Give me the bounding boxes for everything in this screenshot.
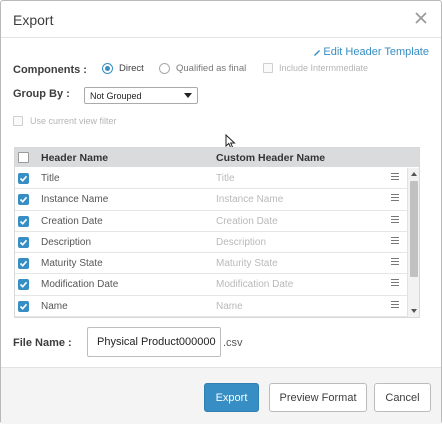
row-checkbox[interactable] (18, 300, 29, 312)
row-checkbox[interactable] (18, 173, 29, 184)
export-button[interactable]: Export (204, 383, 259, 412)
chevron-down-icon (184, 93, 192, 98)
radio-qualified-label: Qualified as final (176, 63, 247, 74)
row-header-name: Name (41, 300, 68, 312)
scroll-down-arrow-icon[interactable] (411, 309, 417, 313)
row-checkbox[interactable] (18, 194, 29, 206)
include-intermediate-checkbox[interactable]: Include Intermmediate (263, 63, 368, 73)
preview-format-button[interactable]: Preview Format (269, 383, 367, 412)
select-all-checkbox[interactable] (18, 152, 29, 163)
radio-direct[interactable]: Direct (102, 63, 144, 74)
table-row: Instance Name Instance Name (15, 189, 407, 211)
check-icon (19, 239, 28, 246)
group-by-value: Not Grouped (90, 91, 142, 101)
drag-handle-icon[interactable] (391, 258, 399, 268)
table-row: Name Name (15, 296, 407, 317)
table-row: Maturity State Maturity State (15, 253, 407, 275)
header-table: Header Name Custom Header Name Title Tit… (14, 147, 420, 318)
row-header-name: Modification Date (41, 279, 119, 291)
row-header-name: Title (41, 173, 60, 184)
include-intermediate-label: Include Intermmediate (279, 63, 369, 73)
dialog-footer: Export Preview Format Cancel (1, 367, 441, 424)
row-custom-name-input[interactable]: Title (216, 173, 235, 184)
row-header-name: Creation Date (41, 215, 103, 227)
check-icon (19, 197, 28, 204)
table-row: Modification Date Modification Date (15, 274, 407, 296)
include-intermediate-box[interactable] (263, 63, 273, 73)
row-custom-name-input[interactable]: Instance Name (216, 194, 283, 205)
file-extension: .csv (223, 337, 243, 349)
row-checkbox[interactable] (18, 215, 29, 227)
drag-handle-icon[interactable] (391, 194, 399, 204)
table-row: Title Title (15, 168, 407, 190)
close-icon[interactable] (414, 11, 428, 25)
row-custom-name-input[interactable]: Creation Date (216, 216, 278, 227)
radio-direct-label: Direct (119, 63, 144, 74)
current-filter-checkbox[interactable] (13, 116, 23, 126)
radio-direct-indicator[interactable] (102, 63, 113, 74)
radio-qualified-indicator[interactable] (159, 63, 170, 74)
column-custom-header-name: Custom Header Name (216, 152, 326, 164)
group-by-label: Group By : (13, 88, 70, 100)
scrollbar-thumb[interactable] (410, 181, 418, 277)
check-icon (19, 303, 28, 310)
table-row: Description Description (15, 232, 407, 254)
check-icon (19, 218, 28, 225)
row-checkbox[interactable] (18, 258, 29, 270)
current-filter-label: Use current view filter (30, 116, 117, 126)
edit-header-template-label: Edit Header Template (323, 46, 429, 58)
edit-header-template-link[interactable]: Edit Header Template (313, 46, 429, 58)
use-current-view-filter[interactable]: Use current view filter (13, 116, 117, 126)
table-row: Creation Date Creation Date (15, 211, 407, 232)
row-header-name: Instance Name (41, 194, 109, 206)
file-name-label: File Name : (13, 337, 72, 349)
check-icon (19, 282, 28, 289)
drag-handle-icon[interactable] (391, 215, 399, 226)
row-checkbox[interactable] (18, 236, 29, 248)
group-by-select[interactable]: Not Grouped (84, 87, 198, 104)
table-body: Title Title Instance Name Instance Name … (15, 168, 407, 317)
row-header-name: Description (41, 236, 92, 248)
drag-handle-icon[interactable] (391, 279, 399, 289)
check-icon (19, 175, 28, 182)
row-custom-name-input[interactable]: Description (216, 237, 266, 248)
pencil-icon (314, 50, 321, 56)
dialog-title: Export (13, 12, 54, 28)
drag-handle-icon[interactable] (391, 173, 399, 183)
row-custom-name-input[interactable]: Maturity State (216, 258, 278, 269)
drag-handle-icon[interactable] (391, 236, 399, 247)
radio-qualified-as-final[interactable]: Qualified as final (159, 63, 246, 74)
row-custom-name-input[interactable]: Modification Date (216, 279, 293, 290)
row-custom-name-input[interactable]: Name (216, 301, 243, 312)
export-dialog: Export Edit Header Template Components :… (0, 0, 442, 424)
row-header-name: Maturity State (41, 258, 103, 270)
table-header: Header Name Custom Header Name (15, 148, 419, 167)
drag-handle-icon[interactable] (391, 300, 399, 311)
components-label: Components : (13, 64, 87, 76)
dialog-title-bar: Export (1, 1, 441, 38)
cancel-button[interactable]: Cancel (374, 383, 431, 412)
column-header-name: Header Name (41, 152, 109, 164)
check-icon (19, 260, 28, 268)
row-checkbox[interactable] (18, 279, 29, 291)
table-scrollbar[interactable] (407, 168, 419, 317)
file-name-input[interactable]: Physical Product000000 (87, 327, 221, 357)
scroll-up-arrow-icon[interactable] (411, 172, 417, 176)
